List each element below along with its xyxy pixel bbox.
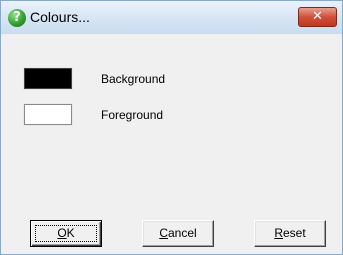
- foreground-label: Foreground: [101, 108, 164, 122]
- reset-accelerator: R: [274, 226, 283, 240]
- reset-button[interactable]: Reset: [254, 220, 326, 247]
- cancel-button[interactable]: Cancel: [142, 220, 214, 247]
- title-bar[interactable]: ? Colours... ✕: [1, 1, 342, 34]
- help-icon: ?: [8, 9, 26, 27]
- background-colour-swatch[interactable]: [23, 67, 73, 90]
- foreground-colour-swatch[interactable]: [23, 103, 73, 126]
- ok-label-rest: K: [66, 226, 75, 240]
- background-label: Background: [101, 72, 166, 86]
- cancel-label-rest: ancel: [167, 226, 197, 240]
- window-title: Colours...: [30, 9, 90, 25]
- reset-label-rest: eset: [282, 226, 306, 240]
- colours-dialog: ? Colours... ✕ Background Foreground OK …: [0, 0, 343, 255]
- close-button[interactable]: ✕: [298, 7, 337, 27]
- ok-button[interactable]: OK: [30, 220, 102, 247]
- close-icon: ✕: [312, 9, 323, 24]
- ok-accelerator: O: [57, 226, 67, 240]
- cancel-accelerator: C: [159, 226, 168, 240]
